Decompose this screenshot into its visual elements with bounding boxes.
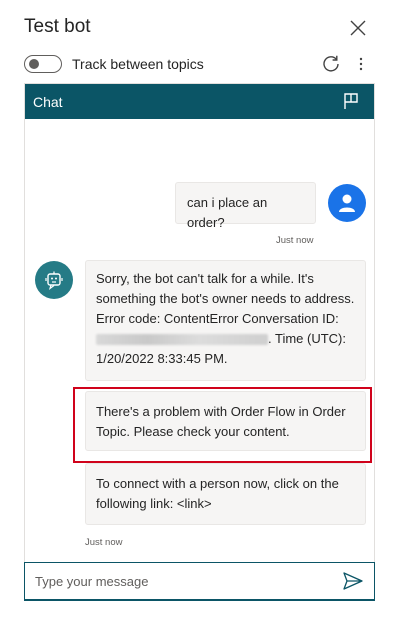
more-options-button[interactable] [352,53,370,75]
error-highlight-box [73,387,372,463]
panel-title: Test bot [24,16,91,37]
message-composer [24,562,375,601]
flag-icon [344,93,358,109]
toggle-knob [29,59,39,69]
message-input[interactable] [33,572,342,590]
chat-header: Chat [25,84,374,119]
refresh-icon [323,55,339,72]
send-button[interactable] [342,570,364,592]
close-icon [350,20,366,36]
user-avatar [328,184,366,222]
close-button[interactable] [346,16,370,40]
track-topics-toggle[interactable] [24,55,62,73]
redacted-conversation-id [96,334,268,346]
more-vertical-icon [359,57,363,71]
person-icon [339,194,355,212]
user-message-text: can i place an order? [187,195,268,230]
bot-message-text: Sorry, the bot can't talk for a while. I… [96,271,355,326]
bot-message-bubble-link: To connect with a person now, click on t… [85,463,366,525]
bot-avatar [35,261,73,299]
bot-icon [45,271,63,291]
bot-message-bubble: Sorry, the bot can't talk for a while. I… [85,260,366,381]
track-topics-label: Track between topics [72,56,204,72]
refresh-button[interactable] [320,53,342,75]
send-icon [343,572,363,590]
track-topics-row: Track between topics [24,54,204,74]
user-message-timestamp: Just now [276,235,314,246]
chat-panel: Chat can i place an order? Just now Sorr… [24,83,375,601]
bot-message-text: To connect with a person now, click on t… [96,476,339,511]
flag-button[interactable] [342,92,360,110]
chat-header-title: Chat [33,93,63,110]
bot-message-timestamp: Just now [85,537,123,548]
user-message-bubble: can i place an order? [175,182,316,230]
